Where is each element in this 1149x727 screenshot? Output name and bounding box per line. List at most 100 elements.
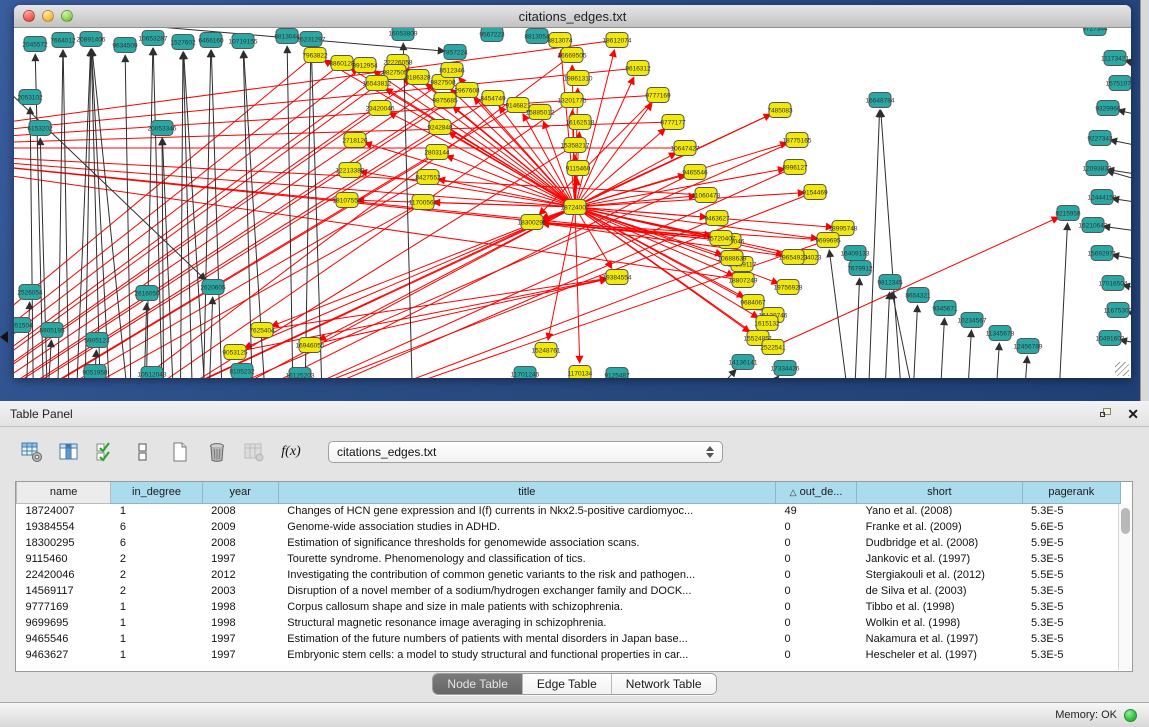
table-cell[interactable]: 1998 <box>202 599 278 615</box>
table-cell[interactable]: Corpus callosum shape and size in male p… <box>278 599 775 615</box>
table-cell[interactable]: Dudbridge et al. (2008) <box>857 535 1022 551</box>
table-row[interactable]: 946362711997Embryonic stem cells: a mode… <box>17 647 1121 663</box>
table-row[interactable]: 2242004622012Investigating the contribut… <box>17 567 1121 583</box>
table-cell[interactable]: 5.3E-5 <box>1022 583 1120 599</box>
table-cell[interactable]: 5.3E-5 <box>1022 503 1120 519</box>
table-cell[interactable]: 49 <box>775 503 856 519</box>
table-cell[interactable]: Wolkin et al. (1998) <box>857 615 1022 631</box>
table-cell[interactable]: 9115460 <box>17 551 111 567</box>
resize-grip-icon[interactable] <box>1115 362 1129 376</box>
table-cell[interactable]: 1998 <box>202 615 278 631</box>
table-cell[interactable]: 1997 <box>202 631 278 647</box>
table-cell[interactable]: 0 <box>775 535 856 551</box>
table-cell[interactable]: 22420046 <box>17 567 111 583</box>
column-header-year[interactable]: year <box>202 482 278 503</box>
table-row[interactable]: 977716911998Corpus callosum shape and si… <box>17 599 1121 615</box>
tab-edge-table[interactable]: Edge Table <box>523 674 612 694</box>
table-cell[interactable]: 1997 <box>202 647 278 663</box>
row-height-button[interactable] <box>131 441 155 463</box>
close-panel-button[interactable]: ✕ <box>1127 408 1139 420</box>
table-cell[interactable]: Changes of HCN gene expression and I(f) … <box>278 503 775 519</box>
table-cell[interactable]: 1 <box>111 631 202 647</box>
table-source-dropdown[interactable]: citations_edges.txt <box>328 441 723 463</box>
table-cell[interactable]: 14569117 <box>17 583 111 599</box>
select-columns-button[interactable] <box>57 441 81 463</box>
table-cell[interactable]: Estimation of significance thresholds fo… <box>278 535 775 551</box>
table-cell[interactable]: de Silva et al. (2003) <box>857 583 1022 599</box>
table-cell[interactable]: 5.5E-5 <box>1022 567 1120 583</box>
table-cell[interactable]: 0 <box>775 599 856 615</box>
table-cell[interactable]: Hescheler et al. (1997) <box>857 647 1022 663</box>
table-cell[interactable]: 0 <box>775 551 856 567</box>
table-row[interactable]: 946554611997Estimation of the future num… <box>17 631 1121 647</box>
scrollbar-thumb[interactable] <box>1121 508 1130 534</box>
table-cell[interactable]: Tourette syndrome. Phenomenology and cla… <box>278 551 775 567</box>
table-cell[interactable]: 19384554 <box>17 519 111 535</box>
table-cell[interactable]: 9777169 <box>17 599 111 615</box>
table-cell[interactable]: 5.3E-5 <box>1022 599 1120 615</box>
table-cell[interactable]: 0 <box>775 631 856 647</box>
float-panel-button[interactable] <box>1100 408 1113 420</box>
table-cell[interactable]: Yano et al. (2008) <box>857 503 1022 519</box>
table-cell[interactable]: 2012 <box>202 567 278 583</box>
table-cell[interactable]: 0 <box>775 615 856 631</box>
delete-table-button[interactable] <box>205 441 229 463</box>
table-cell[interactable]: 1997 <box>202 551 278 567</box>
table-cell[interactable]: 1 <box>111 647 202 663</box>
function-builder-button[interactable]: f(x) <box>279 441 303 463</box>
table-cell[interactable]: Tibbo et al. (1998) <box>857 599 1022 615</box>
table-cell[interactable]: 5.6E-5 <box>1022 519 1120 535</box>
table-row[interactable]: 1830029562008Estimation of significance … <box>17 535 1121 551</box>
table-cell[interactable]: 2008 <box>202 535 278 551</box>
table-cell[interactable]: 0 <box>775 519 856 535</box>
tab-network-table[interactable]: Network Table <box>612 674 716 694</box>
table-cell[interactable]: 18300295 <box>17 535 111 551</box>
table-row[interactable]: 911546021997Tourette syndrome. Phenomeno… <box>17 551 1121 567</box>
table-row[interactable]: 969969511998Structural magnetic resonanc… <box>17 615 1121 631</box>
window-titlebar[interactable]: citations_edges.txt <box>14 5 1131 28</box>
table-cell[interactable]: 1 <box>111 599 202 615</box>
table-cell[interactable]: Estimation of the future numbers of pati… <box>278 631 775 647</box>
table-cell[interactable]: Investigating the contribution of common… <box>278 567 775 583</box>
table-cell[interactable]: Structural magnetic resonance image aver… <box>278 615 775 631</box>
table-cell[interactable]: Embryonic stem cells: a model to study s… <box>278 647 775 663</box>
network-canvas[interactable]: 7963822886012889129542222605898275058186… <box>14 28 1131 378</box>
table-cell[interactable]: 2009 <box>202 519 278 535</box>
table-cell[interactable]: Disruption of a novel member of a sodium… <box>278 583 775 599</box>
column-header-pagerank[interactable]: pagerank <box>1022 482 1120 503</box>
table-row[interactable]: 1456911722003Disruption of a novel membe… <box>17 583 1121 599</box>
table-cell[interactable]: 2 <box>111 567 202 583</box>
table-cell[interactable]: 2008 <box>202 503 278 519</box>
table-cell[interactable]: 2 <box>111 583 202 599</box>
table-cell[interactable]: 6 <box>111 535 202 551</box>
table-cell[interactable]: Genome-wide association studies in ADHD. <box>278 519 775 535</box>
table-cell[interactable]: 2003 <box>202 583 278 599</box>
tab-node-table[interactable]: Node Table <box>433 674 523 694</box>
table-cell[interactable]: 1 <box>111 615 202 631</box>
table-cell[interactable]: 9699695 <box>17 615 111 631</box>
table-cell[interactable]: 9463627 <box>17 647 111 663</box>
column-header-out_de[interactable]: △out_de... <box>775 482 856 503</box>
table-cell[interactable]: Franke et al. (2009) <box>857 519 1022 535</box>
table-cell[interactable]: Nakamura et al. (1997) <box>857 631 1022 647</box>
table-cell[interactable]: 0 <box>775 583 856 599</box>
column-header-in_degree[interactable]: in_degree <box>111 482 202 503</box>
table-cell[interactable]: 0 <box>775 647 856 663</box>
select-rows-button[interactable] <box>94 441 118 463</box>
column-header-title[interactable]: title <box>278 482 775 503</box>
table-cell[interactable]: 2 <box>111 551 202 567</box>
table-cell[interactable]: 5.3E-5 <box>1022 631 1120 647</box>
table-cell[interactable]: 1 <box>111 503 202 519</box>
table-cell[interactable]: 5.9E-5 <box>1022 535 1120 551</box>
table-row[interactable]: 1938455462009Genome-wide association stu… <box>17 519 1121 535</box>
table-cell[interactable]: 5.3E-5 <box>1022 615 1120 631</box>
table-settings-button[interactable] <box>20 441 44 463</box>
table-cell[interactable]: 0 <box>775 567 856 583</box>
column-header-name[interactable]: name <box>17 482 111 503</box>
table-cell[interactable]: 5.3E-5 <box>1022 551 1120 567</box>
table-cell[interactable]: 18724007 <box>17 503 111 519</box>
table-cell[interactable]: Jankovic et al. (1997) <box>857 551 1022 567</box>
network-graph[interactable]: 7963822886012889129542222605898275058186… <box>14 28 1131 378</box>
table-row[interactable]: 1872400712008Changes of HCN gene express… <box>17 503 1121 519</box>
table-cell[interactable]: 5.3E-5 <box>1022 647 1120 663</box>
